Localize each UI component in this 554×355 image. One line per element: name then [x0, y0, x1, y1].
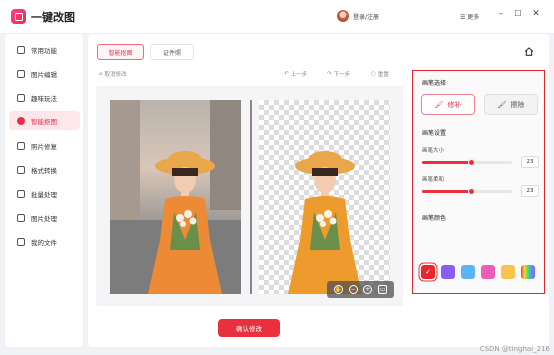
- close-button[interactable]: ✕: [530, 9, 542, 19]
- home-icon[interactable]: [524, 47, 534, 56]
- color-swatch[interactable]: [461, 265, 475, 279]
- redo-label: 下一步: [333, 72, 351, 78]
- undo-icon: ↶: [284, 71, 289, 77]
- sidebar-item-label: 智能抠图: [31, 117, 57, 126]
- brush-softness-slider[interactable]: [422, 188, 512, 195]
- compare-divider[interactable]: [250, 100, 252, 294]
- more-menu-button[interactable]: ☰ 更多: [460, 12, 479, 21]
- repair-brush-label: 修补: [447, 100, 462, 109]
- sidebar-item-label: 趣味玩法: [31, 94, 57, 103]
- reset-label: 重置: [377, 72, 389, 78]
- maximize-button[interactable]: ☐: [512, 9, 524, 18]
- sidebar-item-batch[interactable]: 批量处理: [9, 184, 80, 203]
- watermark: CSDN @tinghai_216: [479, 345, 550, 353]
- sidebar-item-image-process[interactable]: 图片处理: [9, 208, 80, 227]
- redo-icon: ↷: [327, 71, 332, 77]
- original-photo-image: [110, 100, 241, 294]
- repair-brush-button[interactable]: 🖌 修补: [421, 94, 475, 115]
- cutout-image: [288, 151, 362, 294]
- main-panel: 智能抠图 证件照 ⌂ 取消修改 ↶ 上一步 ↷ 下一步 ○ 重置 ✋ − + ▭…: [88, 34, 549, 347]
- image-icon: ⌂: [99, 71, 103, 77]
- sidebar-item-label: 批量处理: [31, 190, 57, 199]
- brush-select-title: 画笔选择: [422, 80, 447, 87]
- brush-softness-handle[interactable]: [468, 188, 475, 195]
- sidebar-item-fun[interactable]: 趣味玩法: [9, 88, 80, 107]
- color-swatch[interactable]: [481, 265, 495, 279]
- sidebar-item-label: 常用功能: [31, 46, 57, 55]
- brush-settings-title: 画笔设置: [422, 130, 447, 137]
- reset-icon: ○: [371, 71, 376, 77]
- sidebar-item-common[interactable]: 常用功能: [9, 40, 80, 59]
- brush-softness-label: 画笔柔和: [422, 177, 445, 183]
- original-photo[interactable]: [110, 100, 241, 294]
- brush-color-title: 画笔颜色: [422, 215, 447, 222]
- sidebar-item-image-edit[interactable]: 图片编辑: [9, 64, 80, 83]
- brush-softness-fill: [422, 190, 472, 193]
- image-process-icon: [17, 213, 25, 222]
- minimize-button[interactable]: –: [495, 9, 507, 19]
- sidebar-item-label: 图片编辑: [31, 70, 57, 79]
- sidebar-item-label: 图片处理: [31, 214, 57, 223]
- brush-size-handle[interactable]: [468, 159, 475, 166]
- edit-toolbar: ⌂ 取消修改 ↶ 上一步 ↷ 下一步 ○ 重置: [99, 70, 399, 82]
- convert-icon: [17, 165, 25, 174]
- erase-brush-button[interactable]: 🖌 擦除: [484, 94, 538, 115]
- brush-size-value[interactable]: 23: [521, 156, 539, 168]
- app-logo-icon: [11, 9, 26, 24]
- sidebar-item-label: 格式转换: [31, 166, 57, 175]
- sidebar-item-my-files[interactable]: 我的文件: [9, 232, 80, 251]
- cutout-preview[interactable]: [259, 100, 390, 294]
- zoom-in-icon[interactable]: +: [363, 285, 373, 294]
- erase-brush-label: 擦除: [510, 100, 525, 109]
- fit-screen-icon[interactable]: ▭: [378, 285, 388, 294]
- title-bar: 一键改图 登录/注册 ☰ 更多 – ☐ ✕: [0, 0, 554, 34]
- magic-icon: [17, 93, 25, 102]
- reset-button[interactable]: ○ 重置: [371, 70, 389, 78]
- color-swatch[interactable]: [521, 265, 535, 279]
- sidebar: 常用功能 图片编辑 趣味玩法 智能抠图 照片修复 格式转换 批量处理 图片处理 …: [5, 34, 83, 347]
- canvas-area: ✋ − + ▭: [96, 86, 403, 306]
- cancel-edit-label: 取消修改: [104, 72, 127, 78]
- more-menu-label: 更多: [467, 14, 480, 21]
- login-label: 登录/注册: [353, 13, 380, 21]
- check-icon: ✓: [425, 268, 431, 276]
- brush-settings-panel: 画笔选择 🖌 修补 🖌 擦除 画笔设置 画笔大小 23 画笔柔和 23 画笔颜色 ✓: [412, 70, 545, 294]
- tab-smart-cutout[interactable]: 智能抠图: [97, 44, 144, 60]
- eraser-icon: 🖌: [497, 100, 507, 109]
- zoom-out-icon[interactable]: −: [348, 285, 358, 294]
- photo-repair-icon: [17, 141, 25, 150]
- layers-icon: [17, 189, 25, 198]
- color-swatch[interactable]: [501, 265, 515, 279]
- pan-hand-icon[interactable]: ✋: [333, 285, 343, 294]
- avatar: [337, 10, 349, 22]
- color-swatch[interactable]: ✓: [421, 265, 435, 279]
- brush-size-label: 画笔大小: [422, 148, 445, 154]
- sidebar-item-photo-repair[interactable]: 照片修复: [9, 136, 80, 155]
- sidebar-item-label: 我的文件: [31, 238, 57, 247]
- cancel-edit-button[interactable]: ⌂ 取消修改: [99, 70, 127, 78]
- brush-softness-value[interactable]: 23: [521, 185, 539, 197]
- undo-button[interactable]: ↶ 上一步: [284, 70, 307, 78]
- brush-icon: 🖌: [434, 100, 444, 109]
- undo-label: 上一步: [290, 72, 308, 78]
- tab-id-photo[interactable]: 证件照: [150, 44, 194, 60]
- redo-button[interactable]: ↷ 下一步: [327, 70, 350, 78]
- login-button[interactable]: 登录/注册: [337, 10, 379, 22]
- sidebar-item-label: 照片修复: [31, 142, 57, 151]
- confirm-edit-button[interactable]: 确认修改: [218, 319, 280, 337]
- color-swatch[interactable]: [441, 265, 455, 279]
- app-title: 一键改图: [31, 11, 75, 24]
- sidebar-item-smart-cutout[interactable]: 智能抠图: [9, 111, 80, 130]
- sidebar-item-convert[interactable]: 格式转换: [9, 160, 80, 179]
- cutout-icon: [17, 116, 25, 125]
- brush-size-fill: [422, 161, 472, 164]
- brush-size-slider[interactable]: [422, 159, 512, 166]
- image-edit-icon: [17, 69, 25, 78]
- zoom-toolbar: ✋ − + ▭: [327, 281, 394, 298]
- folder-icon: [17, 237, 25, 246]
- grid-icon: [17, 45, 25, 54]
